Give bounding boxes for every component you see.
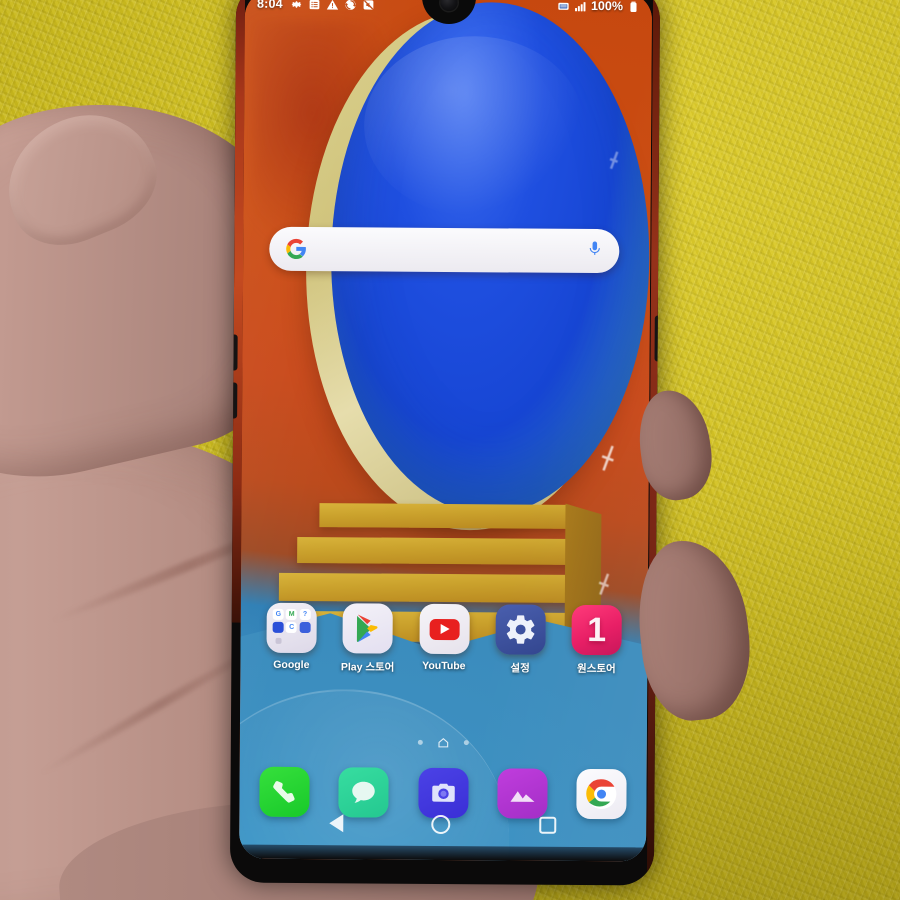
- status-bar-right: 100%: [557, 0, 640, 13]
- app-settings[interactable]: 설정: [489, 604, 551, 675]
- status-bar-left: 8:04: [257, 0, 375, 11]
- youtube-icon[interactable]: [418, 603, 470, 655]
- youtube-plate: [429, 618, 460, 640]
- search-input[interactable]: [317, 241, 577, 259]
- mini-icon-meet: [272, 622, 284, 634]
- wallpaper-step: [278, 572, 592, 604]
- mini-icon-gmail-g: G: [272, 608, 284, 621]
- sync-icon: [344, 0, 357, 11]
- battery-icon: [627, 0, 640, 13]
- battery-percent-label: 100%: [590, 0, 624, 14]
- app-google-folder[interactable]: G M ? C Google: [260, 602, 322, 672]
- smartphone: 8:04 100% G M ? C Google Play 스토어 YouTub…: [229, 0, 661, 886]
- google-g-icon: [285, 238, 307, 260]
- mini-icon-assistant: ?: [299, 609, 311, 621]
- app-label: Play 스토어: [340, 661, 395, 674]
- app-one-store[interactable]: 1 원스토어: [565, 604, 627, 676]
- settings-gear-icon[interactable]: [495, 604, 546, 655]
- wallpaper-step: [297, 536, 580, 565]
- mini-icon-empty: [299, 636, 310, 647]
- navigation-bar: [239, 801, 646, 848]
- mini-icon-more: [275, 638, 282, 645]
- google-search-widget[interactable]: [269, 226, 620, 274]
- app-play-store[interactable]: Play 스토어: [337, 603, 399, 674]
- back-triangle-icon[interactable]: [329, 814, 344, 833]
- play-store-icon[interactable]: [342, 603, 394, 654]
- page-indicator[interactable]: [240, 733, 647, 752]
- folder-mini-grid: G M ? C: [272, 608, 311, 647]
- home-circle-icon[interactable]: [431, 814, 451, 834]
- app-label: 원스토어: [576, 662, 616, 676]
- app-label: Google: [273, 658, 310, 672]
- signal-bars-icon: [574, 0, 587, 12]
- app-label: 설정: [510, 662, 530, 675]
- mini-icon-drive: [299, 622, 311, 634]
- app-youtube[interactable]: YouTube: [413, 603, 475, 673]
- mute-icon: [362, 0, 375, 11]
- play-triangle-icon: [440, 623, 450, 635]
- one-store-badge: 1: [587, 610, 607, 650]
- mini-icon-calendar-c: C: [286, 622, 298, 634]
- mini-icon-empty: [286, 636, 297, 647]
- phone-screen[interactable]: 8:04 100% G M ? C Google Play 스토어 YouTub…: [239, 0, 653, 862]
- microphone-icon[interactable]: [586, 240, 603, 262]
- sim-card-icon: [557, 0, 570, 12]
- home-icon[interactable]: [437, 735, 450, 748]
- app-grid-row: G M ? C Google Play 스토어 YouTube 설정 1 원스토…: [252, 602, 636, 702]
- wallpaper-oval-highlight: [363, 35, 585, 217]
- one-store-icon[interactable]: 1: [571, 604, 622, 656]
- list-icon: [308, 0, 321, 11]
- status-clock: 8:04: [256, 0, 283, 11]
- page-dot[interactable]: [417, 739, 423, 745]
- app-label: YouTube: [422, 659, 466, 673]
- page-dot[interactable]: [463, 739, 469, 745]
- mini-icon-maps-m: M: [286, 609, 298, 621]
- screen-chin: [239, 844, 647, 862]
- gear-icon: [290, 0, 303, 10]
- warning-triangle-icon: [326, 0, 339, 11]
- wallpaper-step: [319, 503, 570, 529]
- status-bar[interactable]: 8:04 100%: [245, 0, 652, 19]
- google-folder-icon[interactable]: G M ? C: [266, 602, 317, 654]
- recents-square-icon[interactable]: [539, 816, 557, 834]
